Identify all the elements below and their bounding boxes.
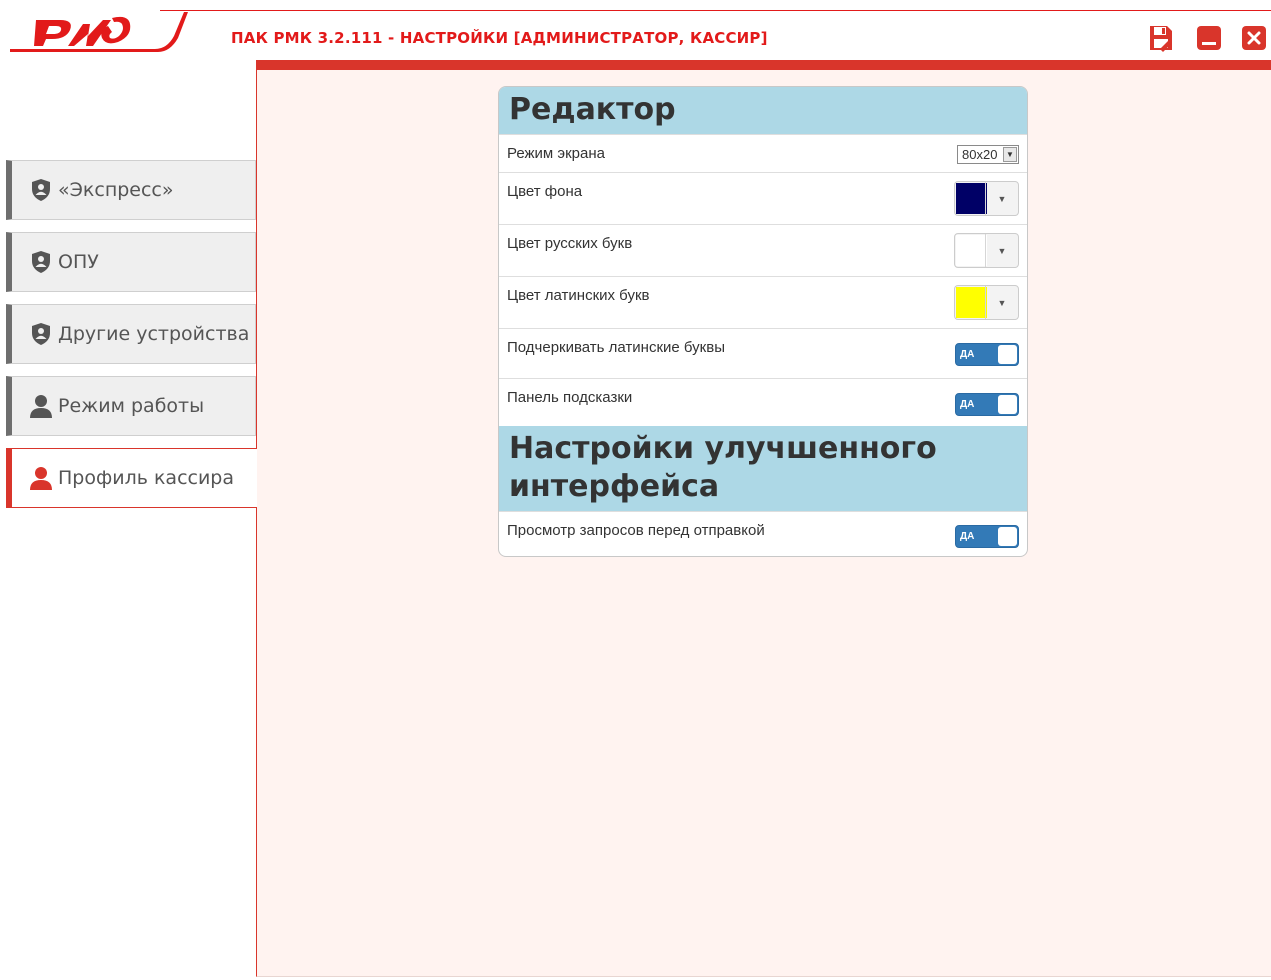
- row-screen-mode: Режим экрана 80x20 ▼: [499, 134, 1027, 172]
- screen-mode-select[interactable]: 80x20 ▼: [957, 145, 1019, 164]
- color-swatch: [956, 287, 987, 318]
- preview-requests-toggle[interactable]: ДА: [955, 525, 1019, 548]
- caret-down-icon: ▼: [985, 286, 1018, 319]
- toggle-on-label: ДА: [960, 399, 975, 410]
- underline-latin-toggle[interactable]: ДА: [955, 343, 1019, 366]
- sidebar-item-label: Профиль кассира: [58, 467, 235, 489]
- save-icon: [1150, 26, 1172, 52]
- chevron-down-icon: ▼: [1003, 147, 1017, 162]
- title-bar: ПАК РМК 3.2.111 - НАСТРОЙКИ [АДМИНИСТРАТ…: [0, 0, 1271, 58]
- minimize-icon: [1197, 26, 1221, 50]
- section-title-editor: Редактор: [499, 87, 1027, 134]
- lat-color-picker[interactable]: ▼: [954, 285, 1019, 320]
- user-icon: [30, 466, 52, 490]
- hint-panel-toggle[interactable]: ДА: [955, 393, 1019, 416]
- screen-mode-label: Режим экрана: [507, 145, 605, 162]
- save-button[interactable]: [1148, 24, 1174, 52]
- lat-color-label: Цвет латинских букв: [507, 287, 650, 304]
- preview-requests-label: Просмотр запросов перед отправкой: [507, 522, 765, 539]
- toggle-knob: [998, 395, 1017, 414]
- sidebar-item-other-devices[interactable]: Другие устройства: [6, 304, 256, 364]
- shield-user-icon: [30, 250, 52, 274]
- row-lat-color: Цвет латинских букв ▼: [499, 276, 1027, 328]
- title-divider-line: [160, 10, 1271, 11]
- row-ru-color: Цвет русских букв ▼: [499, 224, 1027, 276]
- toggle-knob: [998, 527, 1017, 546]
- window-title: ПАК РМК 3.2.111 - НАСТРОЙКИ [АДМИНИСТРАТ…: [231, 29, 768, 47]
- ru-color-label: Цвет русских букв: [507, 235, 633, 252]
- color-swatch: [956, 235, 987, 266]
- settings-panel: Редактор Режим экрана 80x20 ▼ Цвет фона …: [498, 86, 1028, 557]
- toggle-on-label: ДА: [960, 349, 975, 360]
- close-button[interactable]: [1241, 24, 1267, 52]
- sidebar-item-label: ОПУ: [58, 251, 99, 273]
- underline-latin-label: Подчеркивать латинские буквы: [507, 339, 725, 356]
- shield-user-icon: [30, 178, 52, 202]
- bg-color-label: Цвет фона: [507, 183, 583, 200]
- toggle-knob: [998, 345, 1017, 364]
- sidebar-item-label: Режим работы: [58, 395, 205, 417]
- header-accent-bar: [256, 60, 1271, 70]
- hint-panel-label: Панель подсказки: [507, 389, 633, 406]
- row-underline-latin: Подчеркивать латинские буквы ДА: [499, 328, 1027, 378]
- sidebar-item-opu[interactable]: ОПУ: [6, 232, 256, 292]
- sidebar-item-cashier-profile[interactable]: Профиль кассира: [6, 448, 257, 508]
- ru-color-picker[interactable]: ▼: [954, 233, 1019, 268]
- section-title-advanced: Настройки улучшенного интерфейса: [499, 426, 1027, 511]
- user-icon: [30, 394, 52, 418]
- caret-down-icon: ▼: [985, 182, 1018, 215]
- sidebar-item-work-mode[interactable]: Режим работы: [6, 376, 256, 436]
- screen-mode-value: 80x20: [962, 147, 998, 162]
- close-icon: [1242, 26, 1266, 50]
- color-swatch: [956, 183, 987, 214]
- sidebar-item-label: «Экспресс»: [58, 179, 174, 201]
- row-hint-panel: Панель подсказки ДА: [499, 378, 1027, 426]
- bg-color-picker[interactable]: ▼: [954, 181, 1019, 216]
- minimize-button[interactable]: [1196, 24, 1222, 52]
- sidebar-item-express[interactable]: «Экспресс»: [6, 160, 256, 220]
- shield-user-icon: [30, 322, 52, 346]
- row-preview-requests: Просмотр запросов перед отправкой ДА: [499, 511, 1027, 556]
- row-bg-color: Цвет фона ▼: [499, 172, 1027, 224]
- toggle-on-label: ДА: [960, 531, 975, 542]
- sidebar-item-label: Другие устройства: [58, 323, 250, 345]
- caret-down-icon: ▼: [985, 234, 1018, 267]
- rzd-logo-icon: [10, 12, 188, 52]
